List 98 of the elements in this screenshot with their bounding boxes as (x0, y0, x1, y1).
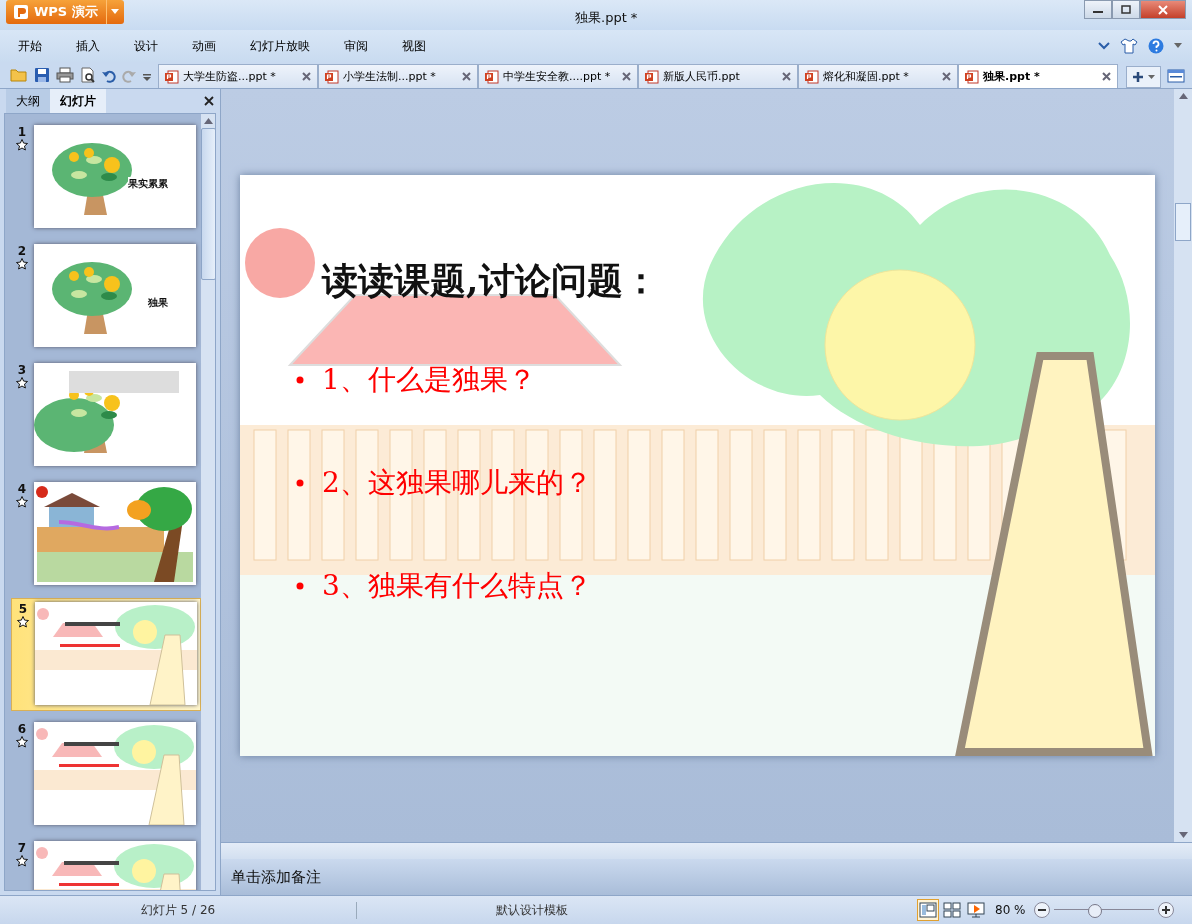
scroll-thumb[interactable] (1175, 203, 1191, 241)
star-icon (16, 496, 28, 508)
document-tab[interactable]: 中学生安全教....ppt * (478, 64, 638, 88)
view-button[interactable] (965, 899, 987, 921)
logo-icon (14, 5, 28, 19)
save-icon[interactable] (34, 67, 50, 83)
star-icon (16, 377, 28, 389)
document-tab[interactable]: 新版人民币.ppt (638, 64, 798, 88)
star-icon (16, 855, 28, 867)
star-icon (16, 139, 28, 151)
star-icon (16, 736, 28, 748)
notes-field[interactable]: 单击添加备注 (221, 859, 1192, 895)
window-title: 独果.ppt * (575, 9, 638, 27)
slide-caption: 果实累累 (128, 177, 168, 191)
slide-number: 3 (17, 363, 27, 377)
plus-icon (1132, 71, 1144, 83)
close-tab-icon[interactable] (1102, 72, 1111, 81)
dropdown-icon[interactable] (142, 73, 152, 83)
caret-icon[interactable] (1174, 43, 1182, 49)
slide-caption: 独果 (148, 296, 168, 310)
view-button[interactable] (917, 899, 939, 921)
scrollbar[interactable] (201, 114, 215, 890)
chevron-down-icon[interactable] (1098, 42, 1110, 50)
slide-number: 2 (17, 244, 27, 258)
slide-bullet-text: 2、这独果哪儿来的？ (322, 464, 592, 501)
bullet-icon (296, 375, 304, 384)
shirt-icon[interactable] (1120, 38, 1138, 54)
slide-number: 5 (18, 602, 28, 616)
close-tab-icon[interactable] (462, 72, 471, 81)
scroll-down-icon[interactable] (1178, 832, 1188, 838)
zoom-percentage: 80 % (995, 903, 1026, 917)
menu-item[interactable]: 审阅 (336, 37, 376, 55)
panel-tab[interactable]: 大纲 (6, 89, 50, 113)
presentation-file-icon (645, 69, 659, 84)
caret-icon (1148, 74, 1155, 80)
scroll-up-icon[interactable] (1178, 93, 1188, 99)
slide-bullet-text: 1、什么是独果？ (322, 361, 536, 398)
slide-thumbnail-row[interactable]: 7 (11, 838, 201, 890)
document-tab[interactable]: 独果.ppt * (958, 64, 1118, 88)
close-button[interactable] (1140, 0, 1186, 19)
presentation-file-icon (805, 69, 819, 84)
slide-number: 4 (17, 482, 27, 496)
menu-item[interactable]: 动画 (184, 37, 224, 55)
circle-decoration (245, 228, 315, 298)
presentation-file-icon (165, 69, 179, 84)
slide-thumbnail-row[interactable]: 3 (11, 360, 201, 471)
menu-item[interactable]: 幻灯片放映 (242, 37, 318, 55)
close-tab-icon[interactable] (782, 72, 791, 81)
slide-number: 7 (17, 841, 27, 855)
slide-title: 读读课题,讨论问题： (322, 258, 660, 303)
close-tab-icon[interactable] (622, 72, 631, 81)
star-icon (16, 258, 28, 270)
document-tab[interactable]: 小学生法制...ppt * (318, 64, 478, 88)
presentation-file-icon (485, 69, 499, 84)
slide-thumbnail-row[interactable]: 6 (11, 719, 201, 830)
horizontal-scrollbar[interactable] (221, 842, 1192, 859)
slide-thumbnail-row[interactable]: 4 (11, 479, 201, 590)
minimize-button[interactable] (1084, 0, 1112, 19)
bullet-icon (296, 478, 304, 487)
help-icon[interactable] (1148, 38, 1164, 54)
slide-thumbnail-row[interactable]: 5 (11, 598, 201, 711)
slide-bullet-text: 3、独果有什么特点？ (322, 567, 592, 604)
zoom-out-button[interactable] (1033, 902, 1050, 918)
close-tab-icon[interactable] (942, 72, 951, 81)
printer-icon[interactable] (56, 67, 74, 83)
scroll-up-icon[interactable] (204, 118, 213, 124)
slide-counter: 幻灯片 5 / 26 (0, 901, 357, 919)
presentation-file-icon (325, 69, 339, 84)
print-preview-icon[interactable] (80, 67, 96, 83)
vertical-scrollbar[interactable] (1174, 89, 1192, 842)
menu-item[interactable]: 插入 (68, 37, 108, 55)
plus-icon (1160, 905, 1171, 915)
zoom-in-button[interactable] (1157, 902, 1174, 918)
maximize-icon (1120, 4, 1132, 15)
close-icon[interactable] (204, 96, 214, 106)
menu-item[interactable]: 视图 (394, 37, 434, 55)
menu-item[interactable]: 设计 (126, 37, 166, 55)
close-icon (1157, 4, 1169, 15)
maximize-button[interactable] (1112, 0, 1140, 19)
slide-thumbnail-row[interactable]: 1 果实累累 (11, 122, 201, 233)
document-tab[interactable]: 大学生防盗...ppt * (158, 64, 318, 88)
template-name: 默认设计模板 (495, 901, 569, 919)
slide-thumbnail-row[interactable]: 2 独果 (11, 241, 201, 352)
document-tab[interactable]: 熔化和凝固.ppt * (798, 64, 958, 88)
caret-icon (111, 9, 120, 15)
new-tab-button[interactable] (1126, 66, 1161, 88)
star-icon (17, 616, 29, 628)
bullet-icon (296, 581, 304, 590)
slide-number: 6 (17, 722, 27, 736)
scroll-thumb[interactable] (201, 128, 215, 280)
presentation-file-icon (965, 69, 979, 84)
view-button[interactable] (941, 899, 963, 921)
slide-number: 1 (17, 125, 27, 139)
menu-item[interactable]: 开始 (10, 37, 50, 55)
undo-icon[interactable] (102, 69, 116, 83)
close-tab-icon[interactable] (302, 72, 311, 81)
panel-tab[interactable]: 幻灯片 (50, 89, 106, 113)
window-arrange-icon[interactable] (1167, 69, 1185, 83)
